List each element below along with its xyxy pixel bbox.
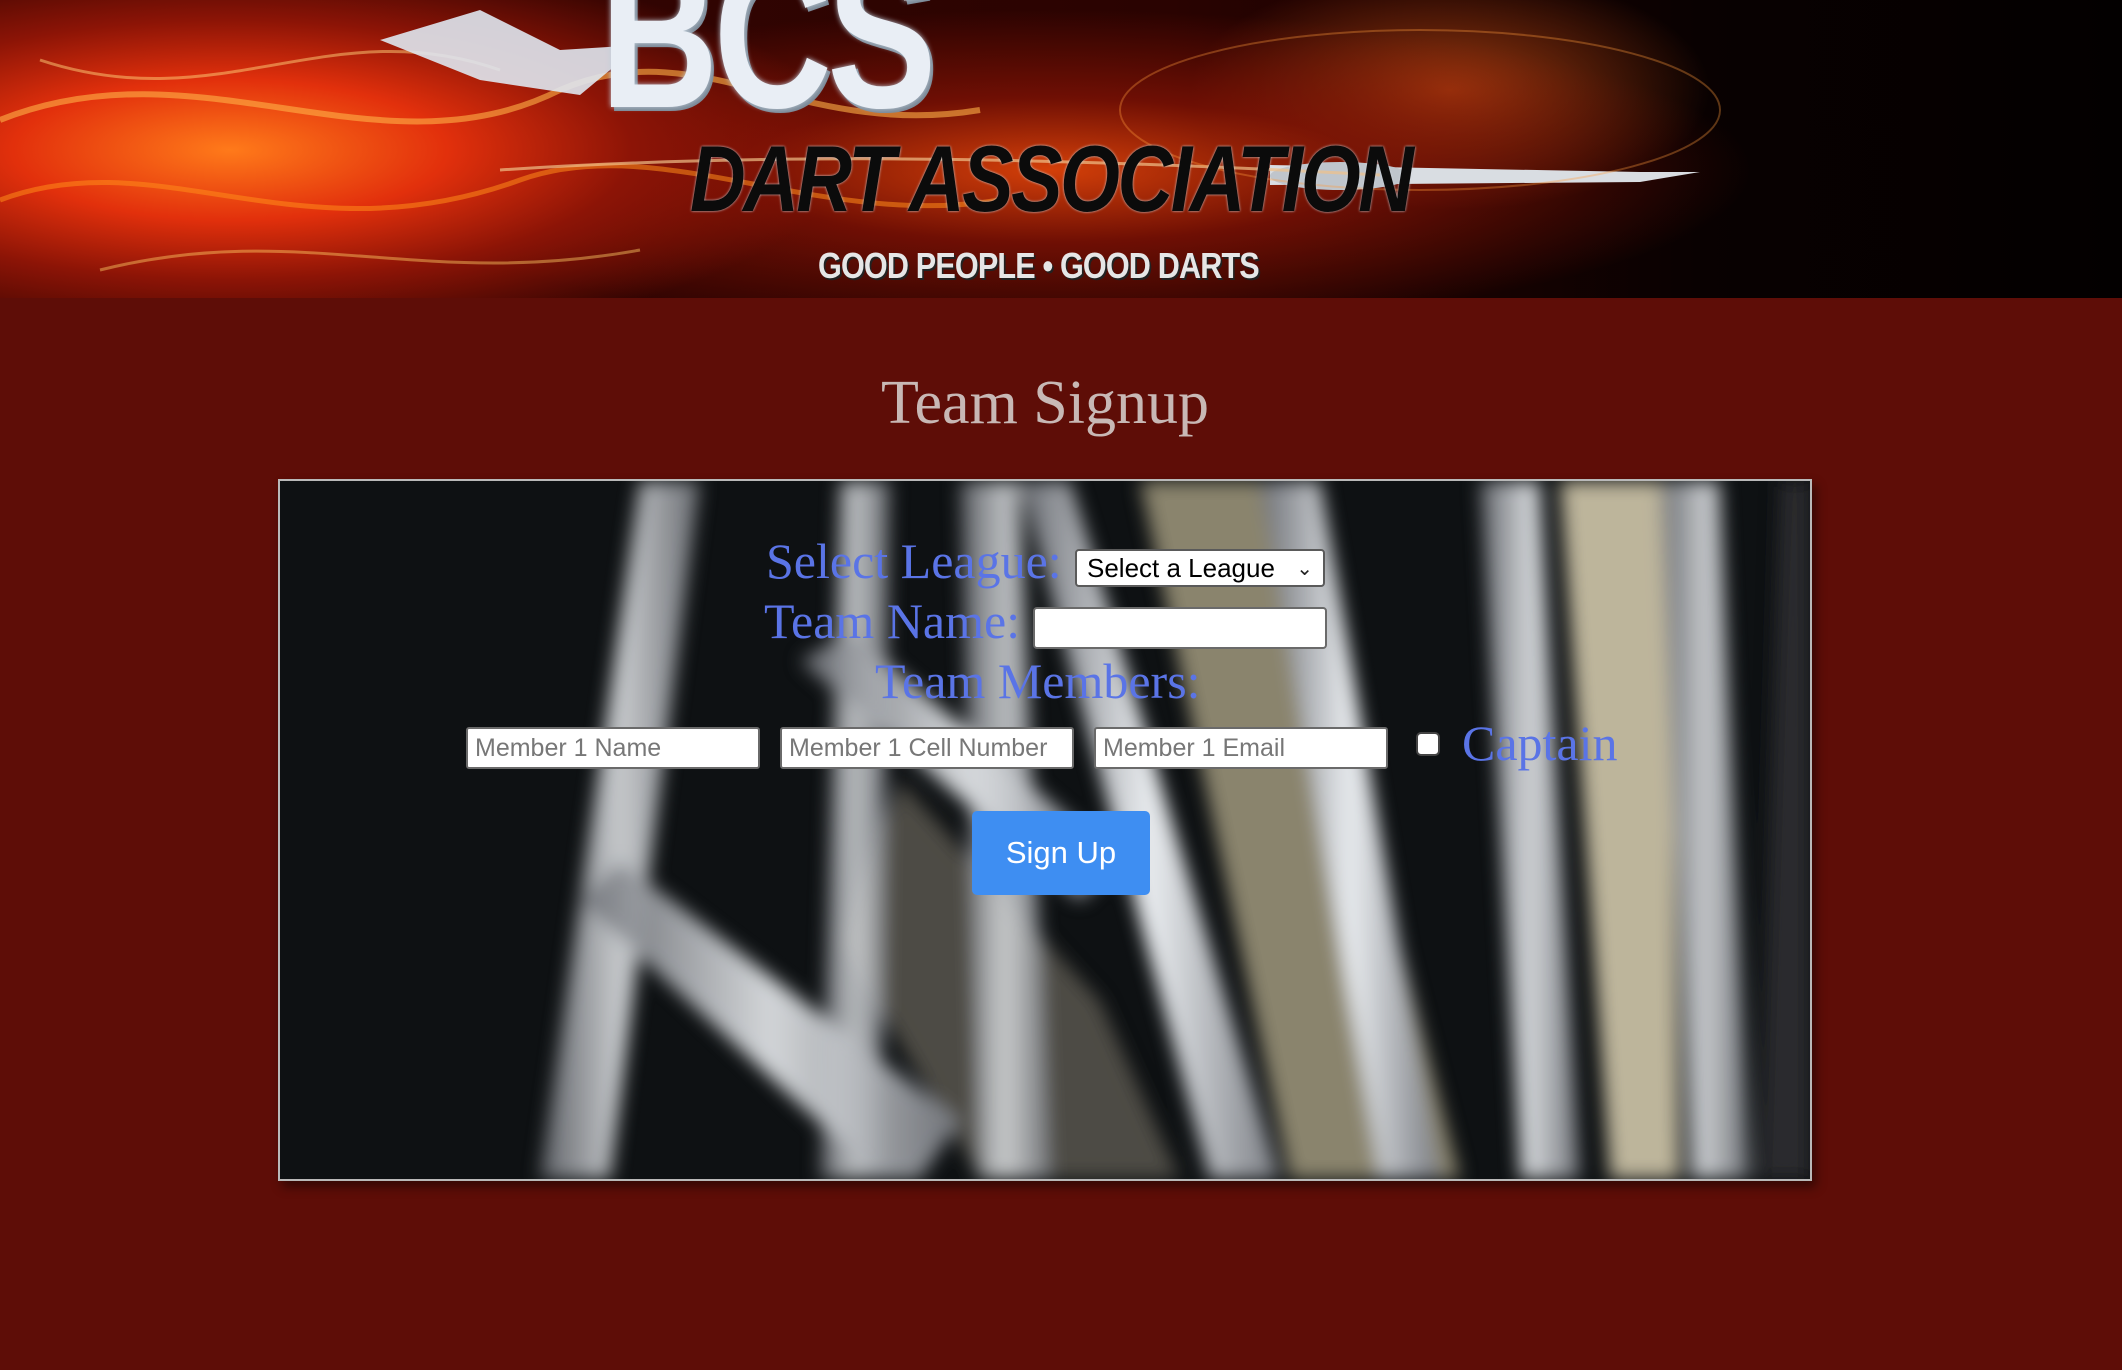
league-select[interactable]: Select a League ⌄ — [1075, 549, 1325, 587]
site-banner: BCS DART ASSOCIATION GOOD PEOPLE • GOOD … — [0, 0, 2122, 298]
captain-label: Captain — [1462, 715, 1618, 771]
chevron-down-icon: ⌄ — [1296, 557, 1313, 580]
league-select-value: Select a League — [1087, 552, 1275, 583]
member-1-cell-input[interactable]: Member 1 Cell Number — [780, 727, 1074, 769]
captain-checkbox[interactable] — [1416, 732, 1440, 756]
team-name-label: Team Name: — [764, 593, 1021, 649]
team-name-input[interactable] — [1033, 607, 1327, 649]
signup-form-panel: Select League: Select a League ⌄ Team Na… — [278, 479, 1812, 1181]
member-1-email-input[interactable]: Member 1 Email — [1094, 727, 1388, 769]
bcs-logo: BCS — [600, 0, 936, 152]
sign-up-button[interactable]: Sign Up — [972, 811, 1150, 895]
select-league-label: Select League: — [766, 533, 1062, 589]
banner-tagline: GOOD PEOPLE • GOOD DARTS — [818, 245, 1260, 286]
page-title: Team Signup — [880, 369, 1209, 437]
team-members-label: Team Members: — [875, 653, 1201, 709]
banner-title: DART ASSOCIATION — [690, 126, 1414, 231]
member-1-name-input[interactable]: Member 1 Name — [466, 727, 760, 769]
